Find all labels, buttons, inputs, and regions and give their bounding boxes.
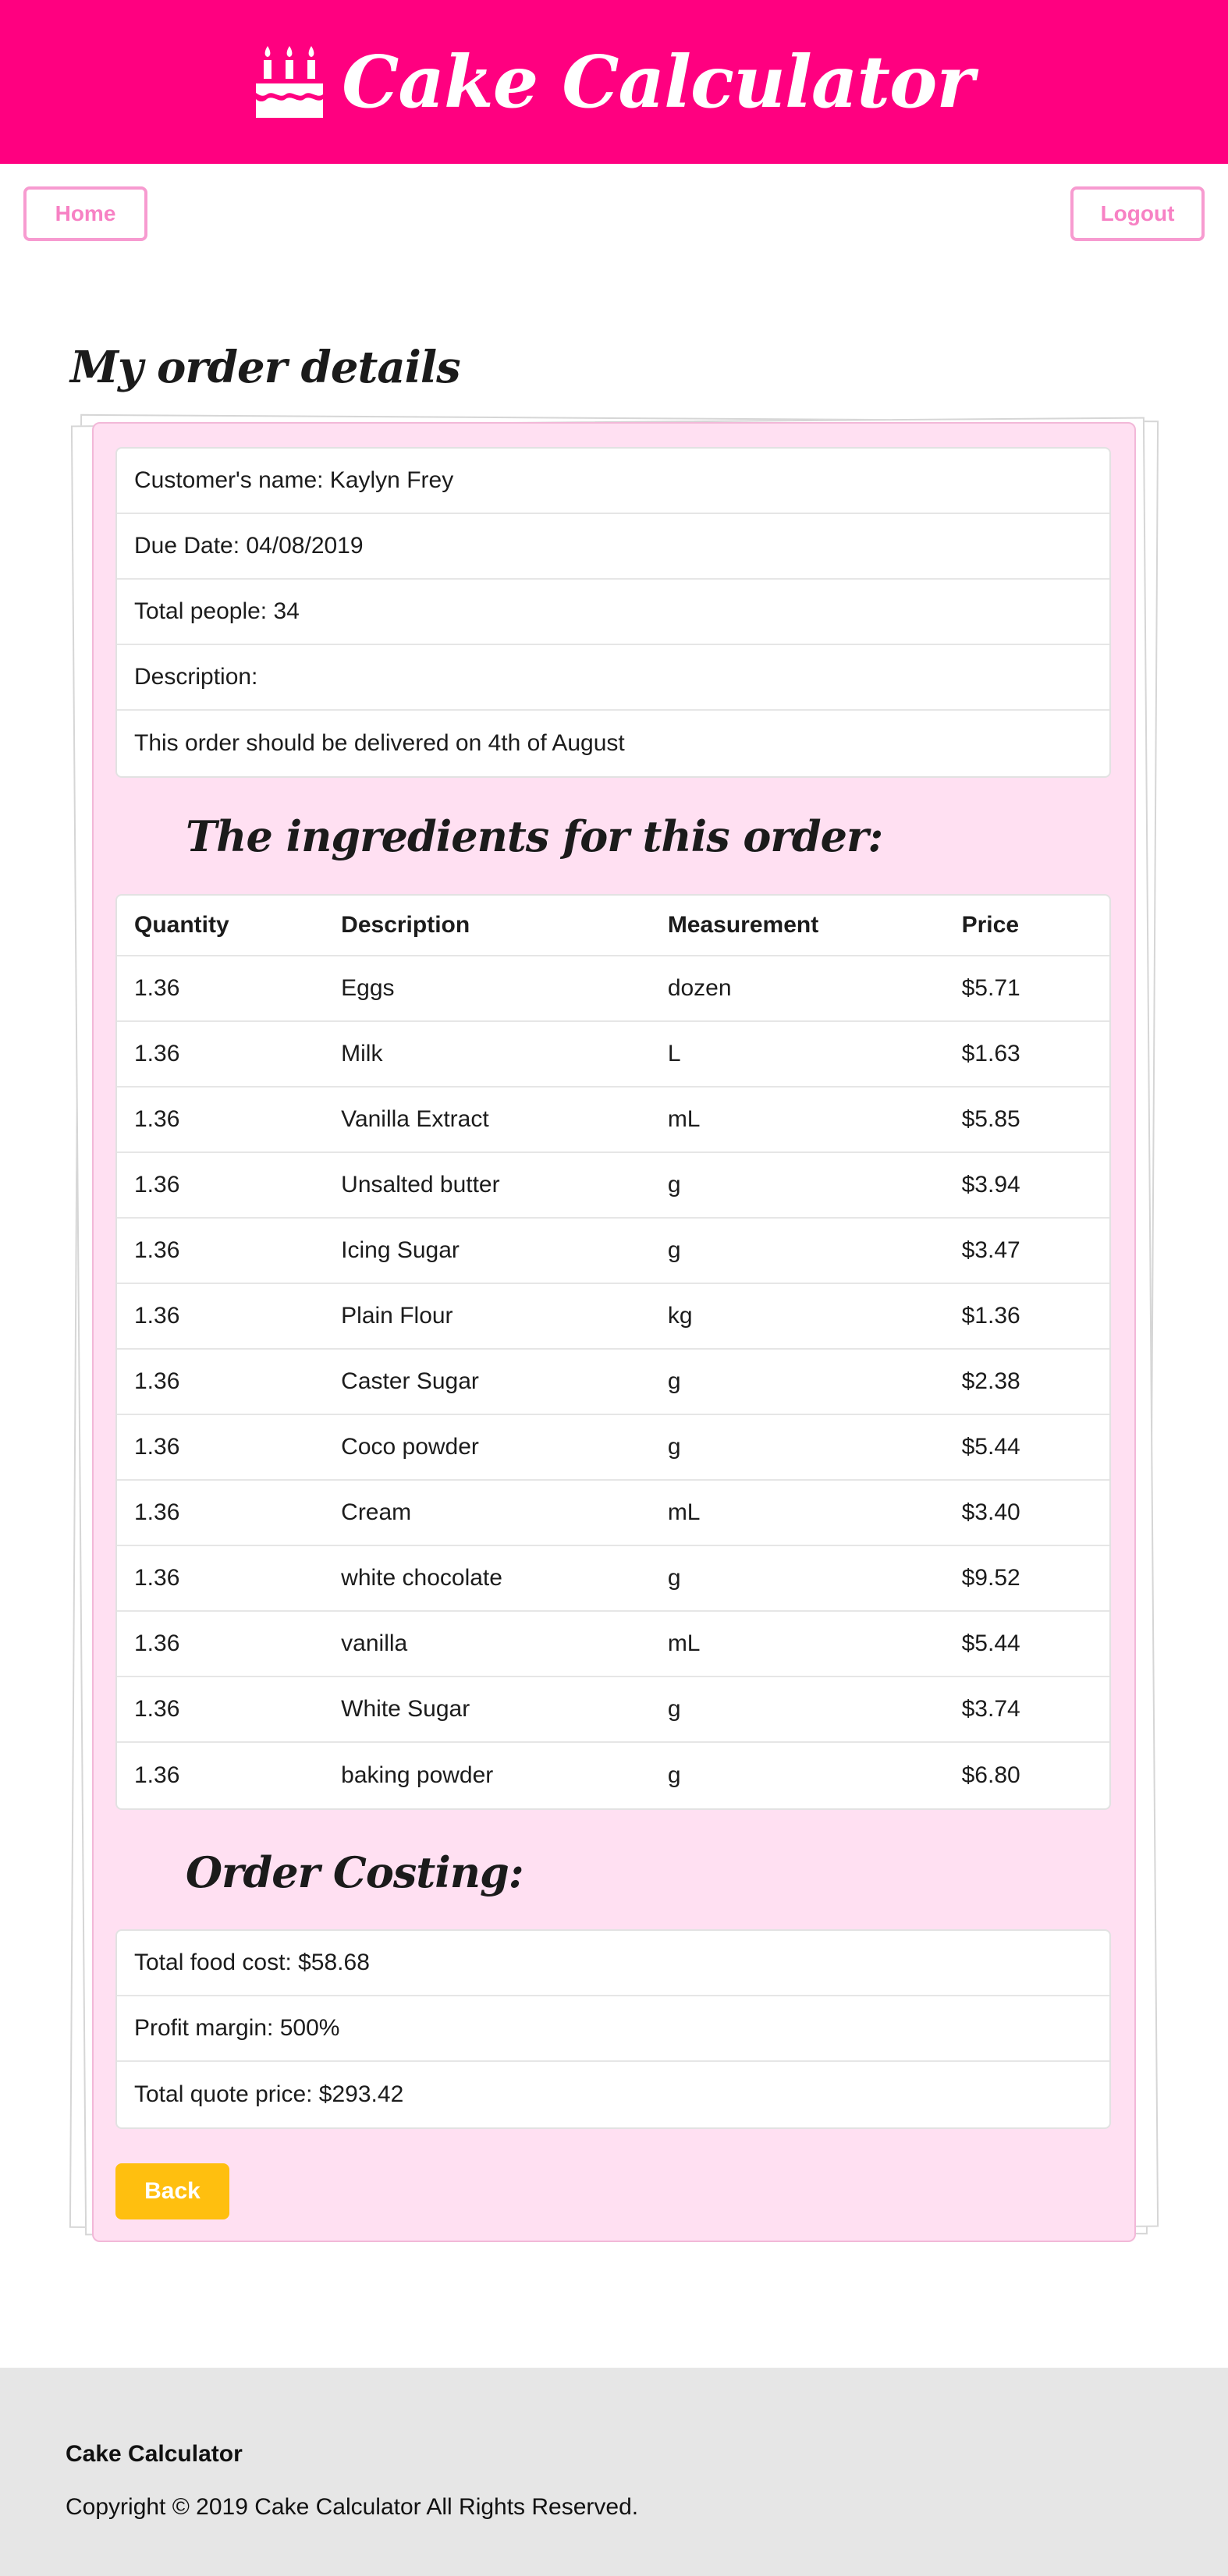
cell-quantity: 1.36 bbox=[134, 1303, 180, 1329]
total-quote-price: Total quote price: $293.42 bbox=[134, 2081, 404, 2107]
cell-quantity: 1.36 bbox=[134, 1172, 180, 1198]
customer-name: Customer's name: Kaylyn Frey bbox=[117, 449, 1109, 514]
cell-description: Caster Sugar bbox=[341, 1368, 479, 1394]
cell-measurement: L bbox=[667, 1041, 681, 1066]
cell-quantity: 1.36 bbox=[134, 975, 180, 1001]
cell-quantity: 1.36 bbox=[134, 1368, 180, 1394]
cell-quantity: 1.36 bbox=[134, 1565, 180, 1591]
table-row: 1.36 white chocolate g $9.52 bbox=[117, 1546, 1109, 1612]
cell-price: $3.40 bbox=[961, 1499, 1020, 1525]
cell-quantity: 1.36 bbox=[134, 1041, 180, 1066]
ingredients-heading: The ingredients for this order: bbox=[186, 811, 883, 861]
cell-measurement: kg bbox=[667, 1303, 693, 1329]
cell-quantity: 1.36 bbox=[134, 1237, 180, 1263]
column-header-description: Description bbox=[341, 912, 470, 938]
cell-description: Icing Sugar bbox=[341, 1237, 460, 1263]
table-row: 1.36 Milk L $1.63 bbox=[117, 1022, 1109, 1088]
table-row: 1.36 baking powder g $6.80 bbox=[117, 1743, 1109, 1808]
cell-price: $3.47 bbox=[961, 1237, 1020, 1263]
cell-price: $1.36 bbox=[961, 1303, 1020, 1329]
cell-price: $3.94 bbox=[961, 1172, 1020, 1198]
table-row: 1.36 Plain Flour kg $1.36 bbox=[117, 1284, 1109, 1350]
cell-measurement: mL bbox=[667, 1499, 701, 1525]
cell-measurement: mL bbox=[667, 1630, 701, 1656]
table-row: 1.36 vanilla mL $5.44 bbox=[117, 1612, 1109, 1677]
cell-description: white chocolate bbox=[341, 1565, 502, 1591]
cell-measurement: g bbox=[667, 1368, 681, 1394]
cell-description: baking powder bbox=[341, 1762, 494, 1788]
column-header-price: Price bbox=[961, 912, 1019, 938]
footer-copyright: Copyright © 2019 Cake Calculator All Rig… bbox=[66, 2494, 639, 2520]
cell-quantity: 1.36 bbox=[134, 1762, 180, 1788]
ingredients-table: Quantity Description Measurement Price 1… bbox=[115, 894, 1111, 1810]
due-date: Due Date: 04/08/2019 bbox=[117, 514, 1109, 580]
cell-quantity: 1.36 bbox=[134, 1630, 180, 1656]
cell-measurement: g bbox=[667, 1762, 681, 1788]
table-header-row: Quantity Description Measurement Price bbox=[117, 896, 1109, 956]
cell-description: Plain Flour bbox=[341, 1303, 453, 1329]
cell-description: vanilla bbox=[341, 1630, 408, 1656]
table-row: 1.36 Coco powder g $5.44 bbox=[117, 1415, 1109, 1481]
cell-price: $6.80 bbox=[961, 1762, 1020, 1788]
table-row: 1.36 Vanilla Extract mL $5.85 bbox=[117, 1088, 1109, 1153]
cell-description: Coco powder bbox=[341, 1434, 479, 1460]
table-row: 1.36 Icing Sugar g $3.47 bbox=[117, 1219, 1109, 1284]
profit-margin: Profit margin: 500% bbox=[117, 1996, 1109, 2062]
back-button[interactable]: Back bbox=[115, 2163, 229, 2219]
cell-measurement: g bbox=[667, 1172, 681, 1198]
cell-description: Unsalted butter bbox=[341, 1172, 500, 1198]
costing-list: Total food cost: $58.68 Profit margin: 5… bbox=[115, 1929, 1111, 2129]
cell-description: Cream bbox=[341, 1499, 412, 1525]
cell-measurement: g bbox=[667, 1434, 681, 1460]
total-food-cost: Total food cost: $58.68 bbox=[117, 1931, 1109, 1996]
cell-measurement: g bbox=[667, 1565, 681, 1591]
description-text: This order should be delivered on 4th of… bbox=[134, 730, 625, 756]
table-row: 1.36 Eggs dozen $5.71 bbox=[117, 956, 1109, 1022]
table-row: 1.36 Cream mL $3.40 bbox=[117, 1481, 1109, 1546]
cell-price: $5.85 bbox=[961, 1106, 1020, 1132]
home-button[interactable]: Home bbox=[23, 186, 147, 241]
cell-measurement: g bbox=[667, 1237, 681, 1263]
column-header-measurement: Measurement bbox=[667, 912, 819, 938]
table-row: 1.36 White Sugar g $3.74 bbox=[117, 1677, 1109, 1743]
cell-price: $2.38 bbox=[961, 1368, 1020, 1394]
order-card: Customer's name: Kaylyn Frey Due Date: 0… bbox=[92, 422, 1136, 2242]
cell-description: Milk bbox=[341, 1041, 383, 1066]
site-header: Cake Calculator bbox=[0, 0, 1228, 164]
cell-quantity: 1.36 bbox=[134, 1696, 180, 1722]
cell-description: Eggs bbox=[341, 975, 395, 1001]
cell-quantity: 1.36 bbox=[134, 1434, 180, 1460]
cell-price: $1.63 bbox=[961, 1041, 1020, 1066]
brand[interactable]: Cake Calculator bbox=[254, 40, 974, 124]
cell-price: $5.44 bbox=[961, 1630, 1020, 1656]
cell-price: $5.71 bbox=[961, 975, 1020, 1001]
page-title: My order details bbox=[70, 342, 461, 393]
cell-measurement: mL bbox=[667, 1106, 701, 1132]
app-title: Cake Calculator bbox=[342, 40, 974, 124]
site-footer: Cake Calculator Copyright © 2019 Cake Ca… bbox=[0, 2368, 1228, 2576]
cell-measurement: dozen bbox=[667, 975, 732, 1001]
cell-price: $3.74 bbox=[961, 1696, 1020, 1722]
footer-brand: Cake Calculator bbox=[66, 2441, 243, 2467]
logout-button[interactable]: Logout bbox=[1070, 186, 1205, 241]
cell-quantity: 1.36 bbox=[134, 1499, 180, 1525]
cake-icon bbox=[256, 46, 324, 118]
cell-description: Vanilla Extract bbox=[341, 1106, 489, 1132]
cell-description: White Sugar bbox=[341, 1696, 470, 1722]
description-label: Description: bbox=[117, 645, 1109, 711]
cell-quantity: 1.36 bbox=[134, 1106, 180, 1132]
table-row: 1.36 Unsalted butter g $3.94 bbox=[117, 1153, 1109, 1219]
total-people: Total people: 34 bbox=[117, 580, 1109, 645]
cell-measurement: g bbox=[667, 1696, 681, 1722]
costing-heading: Order Costing: bbox=[186, 1847, 524, 1897]
cell-price: $5.44 bbox=[961, 1434, 1020, 1460]
cell-price: $9.52 bbox=[961, 1565, 1020, 1591]
column-header-quantity: Quantity bbox=[134, 912, 229, 938]
table-row: 1.36 Caster Sugar g $2.38 bbox=[117, 1350, 1109, 1415]
order-details-list: Customer's name: Kaylyn Frey Due Date: 0… bbox=[115, 447, 1111, 778]
